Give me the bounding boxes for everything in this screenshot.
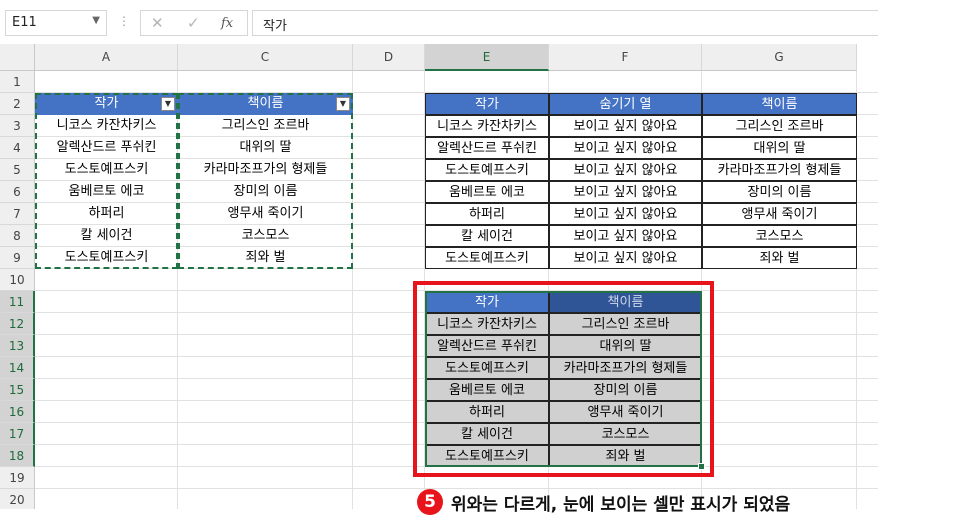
row-header-9[interactable]: 9 bbox=[0, 247, 35, 269]
cancel-icon[interactable]: ✕ bbox=[151, 14, 164, 32]
copy-marquee bbox=[35, 93, 178, 269]
insert-function-icon[interactable]: fx bbox=[221, 16, 233, 31]
table2-cell[interactable]: 보이고 싶지 않아요 bbox=[549, 137, 702, 159]
row-header-15[interactable]: 15 bbox=[0, 379, 35, 401]
table2-cell[interactable]: 장미의 이름 bbox=[702, 181, 857, 203]
column-header-f[interactable]: F bbox=[549, 44, 702, 71]
row-header-11[interactable]: 11 bbox=[0, 291, 35, 313]
name-box-value: E11 bbox=[12, 15, 37, 30]
annotation-text: 위와는 다르게, 눈에 보이는 셀만 표시가 되었음 bbox=[451, 495, 791, 515]
row-header-17[interactable]: 17 bbox=[0, 423, 35, 445]
gridline bbox=[35, 488, 878, 489]
row-header-19[interactable]: 19 bbox=[0, 467, 35, 489]
column-header-a[interactable]: A bbox=[35, 44, 178, 71]
confirm-icon[interactable]: ✓ bbox=[187, 14, 200, 32]
table2-cell[interactable]: 보이고 싶지 않아요 bbox=[549, 247, 702, 269]
row-header-5[interactable]: 5 bbox=[0, 159, 35, 181]
table2-cell[interactable]: 코스모스 bbox=[702, 225, 857, 247]
row-header-2[interactable]: 2 bbox=[0, 93, 35, 115]
highlight-frame bbox=[413, 281, 714, 477]
table2-cell[interactable]: 보이고 싶지 않아요 bbox=[549, 115, 702, 137]
row-header-13[interactable]: 13 bbox=[0, 335, 35, 357]
row-header-16[interactable]: 16 bbox=[0, 401, 35, 423]
table2-cell[interactable]: 앵무새 죽이기 bbox=[702, 203, 857, 225]
formula-input[interactable]: 작가 bbox=[252, 10, 878, 36]
table2-cell[interactable]: 대위의 딸 bbox=[702, 137, 857, 159]
table2-cell[interactable]: 보이고 싶지 않아요 bbox=[549, 203, 702, 225]
column-header-d[interactable]: D bbox=[353, 44, 425, 71]
row-header-8[interactable]: 8 bbox=[0, 225, 35, 247]
row-header-7[interactable]: 7 bbox=[0, 203, 35, 225]
table2-header-cell[interactable]: 숨기기 열 bbox=[549, 93, 702, 115]
row-header-18[interactable]: 18 bbox=[0, 445, 35, 467]
name-box[interactable]: E11 ▼ bbox=[5, 10, 107, 36]
table2-cell[interactable]: 하퍼리 bbox=[425, 203, 549, 225]
row-header-12[interactable]: 12 bbox=[0, 313, 35, 335]
row-header-4[interactable]: 4 bbox=[0, 137, 35, 159]
column-header-g[interactable]: G bbox=[702, 44, 857, 71]
formula-input-value: 작가 bbox=[263, 19, 287, 34]
table2-cell[interactable]: 보이고 싶지 않아요 bbox=[549, 181, 702, 203]
row-header-6[interactable]: 6 bbox=[0, 181, 35, 203]
table2-cell[interactable]: 도스토예프스키 bbox=[425, 159, 549, 181]
row-header-20[interactable]: 20 bbox=[0, 489, 35, 509]
copy-marquee bbox=[178, 93, 353, 269]
row-header-14[interactable]: 14 bbox=[0, 357, 35, 379]
row-header-1[interactable]: 1 bbox=[0, 71, 35, 93]
table2-cell[interactable]: 그리스인 조르바 bbox=[702, 115, 857, 137]
table2-cell[interactable]: 니코스 카잔차키스 bbox=[425, 115, 549, 137]
column-header-c[interactable]: C bbox=[178, 44, 353, 71]
chevron-down-icon[interactable]: ▼ bbox=[92, 15, 100, 26]
table2-header-cell[interactable]: 책이름 bbox=[702, 93, 857, 115]
table2-cell[interactable]: 보이고 싶지 않아요 bbox=[549, 159, 702, 181]
worksheet-grid[interactable]: A C D E F G 1 2 3 4 5 6 7 8 9 10 11 12 13 14 15 16 17 18 19 20 작가 책… bbox=[0, 44, 878, 509]
step-badge: 5 bbox=[417, 489, 443, 515]
table2-cell[interactable]: 칼 세이건 bbox=[425, 225, 549, 247]
more-options-icon: ⋮ bbox=[118, 14, 130, 28]
table2-cell[interactable]: 카라마조프가의 형제들 bbox=[702, 159, 857, 181]
formula-bar: E11 ▼ ⋮ ✕ ✓ fx 작가 bbox=[0, 0, 878, 44]
table2-cell[interactable]: 움베르토 에코 bbox=[425, 181, 549, 203]
formula-actions: ✕ ✓ fx bbox=[140, 10, 248, 36]
table2-cell[interactable]: 보이고 싶지 않아요 bbox=[549, 225, 702, 247]
row-header-3[interactable]: 3 bbox=[0, 115, 35, 137]
row-header-10[interactable]: 10 bbox=[0, 269, 35, 291]
column-header-e[interactable]: E bbox=[425, 44, 549, 71]
table2-cell[interactable]: 도스토예프스키 bbox=[425, 247, 549, 269]
table2-cell[interactable]: 죄와 벌 bbox=[702, 247, 857, 269]
table2-header-cell[interactable]: 작가 bbox=[425, 93, 549, 115]
select-all-corner[interactable] bbox=[0, 44, 35, 71]
table2-cell[interactable]: 알렉산드르 푸쉬킨 bbox=[425, 137, 549, 159]
